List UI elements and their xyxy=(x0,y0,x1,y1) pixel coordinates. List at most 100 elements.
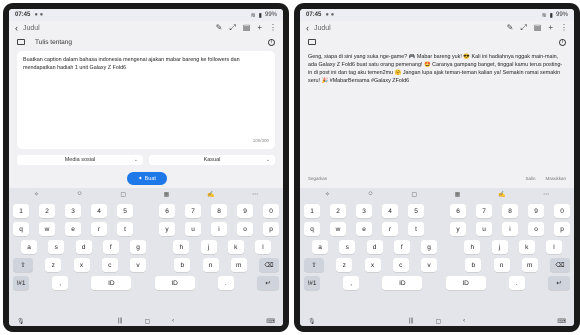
period-key[interactable]: . xyxy=(217,276,234,290)
key[interactable]: r xyxy=(382,222,398,236)
space-key-right[interactable]: ID xyxy=(445,276,486,290)
backspace-icon[interactable]: ⌫ xyxy=(259,258,279,272)
key[interactable]: y xyxy=(450,222,466,236)
key[interactable]: h xyxy=(464,240,481,254)
key[interactable]: 8 xyxy=(502,204,518,218)
symbols-key[interactable]: !#1 xyxy=(304,276,320,290)
more-icon[interactable]: ⋯ xyxy=(252,191,258,198)
copy-button[interactable]: Salin xyxy=(525,176,535,181)
back-icon[interactable]: ‹ xyxy=(463,318,465,324)
note-title[interactable]: Judul xyxy=(314,25,331,32)
tone-select[interactable]: Kasual ⌄ xyxy=(149,155,275,165)
key[interactable]: 4 xyxy=(382,204,398,218)
key[interactable]: 6 xyxy=(450,204,466,218)
enter-icon[interactable]: ↵ xyxy=(256,276,279,290)
key[interactable]: c xyxy=(101,258,118,272)
key[interactable]: s xyxy=(339,240,356,254)
expand-icon[interactable]: ⤢ xyxy=(520,23,526,33)
key[interactable]: j xyxy=(491,240,508,254)
key[interactable]: f xyxy=(393,240,410,254)
key[interactable]: 9 xyxy=(237,204,253,218)
shift-key[interactable]: ⇧ xyxy=(304,258,324,272)
insert-button[interactable]: Masukkan xyxy=(545,176,566,181)
emoji-icon[interactable]: ☺ xyxy=(368,191,374,197)
back-icon[interactable]: ‹ xyxy=(172,318,174,324)
generate-button[interactable]: ✦ Buat xyxy=(127,172,167,185)
key[interactable]: v xyxy=(421,258,437,272)
key[interactable]: a xyxy=(312,240,328,254)
key[interactable]: 7 xyxy=(185,204,201,218)
key[interactable]: o xyxy=(528,222,544,236)
key[interactable]: m xyxy=(230,258,247,272)
key[interactable]: 4 xyxy=(91,204,107,218)
key[interactable]: b xyxy=(465,258,482,272)
key[interactable]: p xyxy=(554,222,570,236)
key[interactable]: o xyxy=(237,222,253,236)
add-icon[interactable]: + xyxy=(548,23,553,33)
key[interactable]: 2 xyxy=(330,204,346,218)
note-title[interactable]: Judul xyxy=(23,25,40,32)
key[interactable]: 3 xyxy=(356,204,372,218)
info-icon[interactable]: i xyxy=(268,38,275,46)
recents-icon[interactable]: ||| xyxy=(118,318,123,324)
more-icon[interactable]: ⋯ xyxy=(543,191,549,198)
key[interactable]: e xyxy=(65,222,81,236)
key[interactable]: z xyxy=(336,258,353,272)
key[interactable]: g xyxy=(130,240,146,254)
handwriting-icon[interactable]: ✍ xyxy=(498,191,505,198)
back-arrow-icon[interactable]: ‹ xyxy=(15,23,18,33)
key[interactable]: 0 xyxy=(554,204,570,218)
shift-key[interactable]: ⇧ xyxy=(13,258,33,272)
more-icon[interactable]: ⋮ xyxy=(560,23,568,33)
key[interactable]: t xyxy=(408,222,424,236)
key[interactable]: 6 xyxy=(159,204,175,218)
key[interactable]: n xyxy=(493,258,510,272)
key[interactable]: 9 xyxy=(528,204,544,218)
clipboard-icon[interactable]: ▦ xyxy=(164,191,170,198)
clipboard-icon[interactable]: ▦ xyxy=(455,191,461,198)
key[interactable]: h xyxy=(173,240,190,254)
regenerate-button[interactable]: Segarkan xyxy=(308,176,327,181)
space-key-right[interactable]: ID xyxy=(154,276,195,290)
key[interactable]: c xyxy=(392,258,409,272)
more-icon[interactable]: ⋮ xyxy=(269,23,277,33)
recents-icon[interactable]: ||| xyxy=(409,318,414,324)
key[interactable]: x xyxy=(364,258,381,272)
comma-key[interactable]: , xyxy=(52,276,69,290)
key[interactable]: s xyxy=(48,240,65,254)
platform-select[interactable]: Media sosial ⌄ xyxy=(17,155,143,165)
key[interactable]: 5 xyxy=(408,204,424,218)
key[interactable]: m xyxy=(521,258,538,272)
enter-icon[interactable]: ↵ xyxy=(547,276,570,290)
prompt-input[interactable]: Buatkan caption dalam bahasa indonesia m… xyxy=(17,51,275,149)
book-icon[interactable]: ▤ xyxy=(534,23,542,33)
comma-key[interactable]: , xyxy=(343,276,360,290)
key[interactable]: i xyxy=(502,222,518,236)
mic-icon[interactable]: 🎙 xyxy=(308,318,316,325)
pen-icon[interactable]: ✎ xyxy=(216,23,223,33)
book-icon[interactable]: ▤ xyxy=(243,23,251,33)
info-icon[interactable]: i xyxy=(559,38,566,46)
key[interactable]: j xyxy=(200,240,217,254)
space-key-left[interactable]: ID xyxy=(382,276,423,290)
key[interactable]: q xyxy=(304,222,320,236)
key[interactable]: 0 xyxy=(263,204,279,218)
key[interactable]: 1 xyxy=(13,204,29,218)
handwriting-icon[interactable]: ✍ xyxy=(207,191,214,198)
emoji-icon[interactable]: ☺ xyxy=(77,191,83,197)
ai-icon[interactable]: ✧ xyxy=(34,191,39,198)
key[interactable]: i xyxy=(211,222,227,236)
back-arrow-icon[interactable]: ‹ xyxy=(306,23,309,33)
hide-keyboard-icon[interactable]: ⌨ xyxy=(557,318,566,325)
key[interactable]: w xyxy=(39,222,55,236)
hide-keyboard-icon[interactable]: ⌨ xyxy=(266,318,275,325)
key[interactable]: t xyxy=(117,222,133,236)
period-key[interactable]: . xyxy=(508,276,525,290)
key[interactable]: l xyxy=(546,240,562,254)
space-key-left[interactable]: ID xyxy=(91,276,132,290)
sticker-icon[interactable]: ▢ xyxy=(120,191,126,198)
key[interactable]: w xyxy=(330,222,346,236)
key[interactable]: l xyxy=(255,240,271,254)
key[interactable]: d xyxy=(366,240,383,254)
key[interactable]: r xyxy=(91,222,107,236)
